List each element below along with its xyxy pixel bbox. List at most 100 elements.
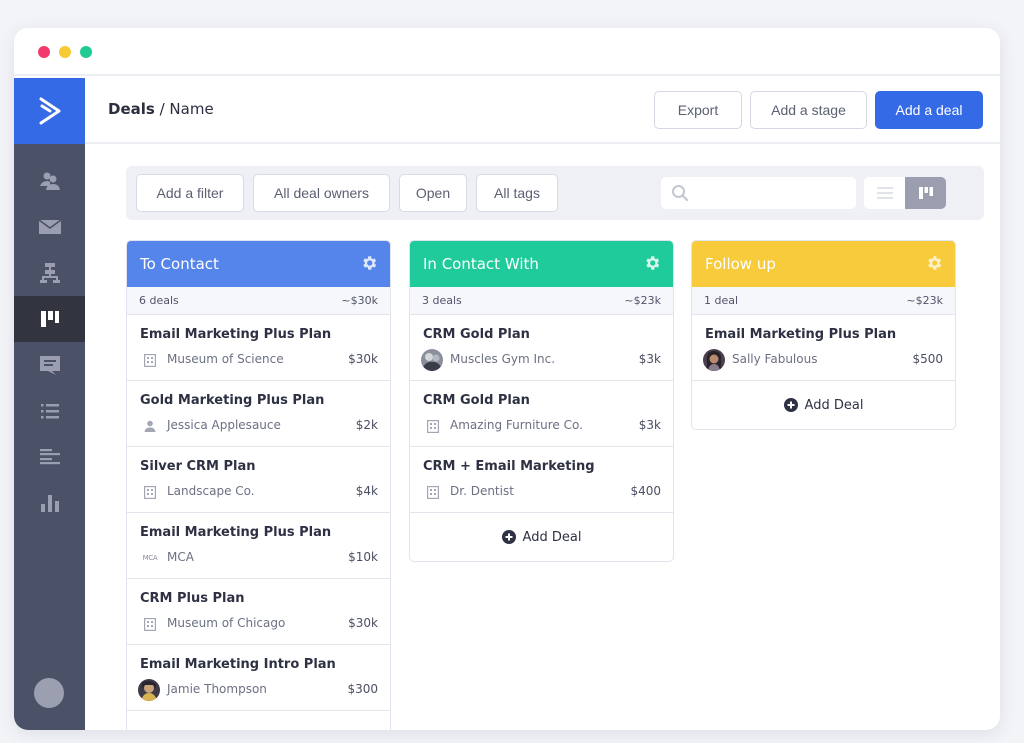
status-dropdown[interactable]: Open [399,174,467,212]
deal-count: 3 deals [422,294,462,307]
deal-value: $500 [912,352,943,366]
add-deal-button[interactable]: Add a deal [875,91,983,129]
deal-company[interactable]: Sally Fabulous [732,352,817,366]
search-box [661,177,856,209]
deal-company[interactable]: Landscape Co. [167,484,255,498]
deal-card[interactable]: Email Marketing Plus Plan Sally Fabulous… [692,315,955,381]
breadcrumb-separator: / [154,100,170,118]
title-bar [14,28,1000,76]
stage-column-follow-up: Follow up 1 deal ~$23k Email Marketing P… [691,240,956,430]
deal-company[interactable]: Museum of Chicago [167,616,285,630]
plus-circle-icon [501,530,516,544]
board-view-icon [918,187,933,199]
export-button[interactable]: Export [654,91,742,129]
gear-icon[interactable] [643,254,661,272]
deal-value: $2k [355,418,378,432]
plus-circle-icon [783,398,798,412]
search-input[interactable] [697,183,847,203]
stage-column-to-contact: To Contact 6 deals ~$30k Email Marketing… [126,240,391,730]
deal-card[interactable]: Gold Marketing Plus Plan Jessica Applesa… [127,381,390,447]
deal-value: $3k [638,418,661,432]
deal-company[interactable]: MCA [167,550,194,564]
deal-count: 1 deal [704,294,739,307]
sidebar-item-lists[interactable] [14,388,85,434]
deal-company[interactable]: Amazing Furniture Co. [450,418,583,432]
contacts-icon [39,172,60,190]
deal-card[interactable]: Email Marketing Intro Plan Jamie Thompso… [127,645,390,711]
deal-card[interactable]: Email Marketing Plus Plan Museum of Scie… [127,315,390,381]
breadcrumb: Deals / Name [108,100,214,118]
deal-company[interactable]: Museum of Science [167,352,284,366]
maximize-window-button[interactable] [80,46,92,58]
gear-icon[interactable] [925,254,943,272]
tags-dropdown[interactable]: All tags [476,174,558,212]
deal-card[interactable]: CRM Gold Plan Amazing Furniture Co. $3k [410,381,673,447]
deal-count: 6 deals [139,294,179,307]
building-icon [141,615,159,633]
deal-title: CRM Gold Plan [423,393,530,408]
deal-owners-dropdown[interactable]: All deal owners [253,174,390,212]
deal-value: $400 [630,484,661,498]
add-deal-link[interactable]: Add Deal [692,381,955,429]
page-header: Deals / Name Export Add a stage Add a de… [85,78,1000,144]
sidebar-item-conversations[interactable] [14,342,85,388]
deal-title: CRM Plus Plan [140,591,245,606]
activecampaign-chevron-icon [39,97,60,125]
deal-company[interactable]: Dr. Dentist [450,484,514,498]
deals-board-icon [40,311,59,327]
user-avatar[interactable] [34,678,64,708]
deal-title: Email Marketing Plus Plan [140,327,332,342]
sidebar-item-automations[interactable] [14,250,85,296]
deal-value: $30k [348,352,378,366]
close-window-button[interactable] [38,46,50,58]
deal-card[interactable]: Email Marketing Plus Plan MCA MCA $10k [127,513,390,579]
add-stage-button[interactable]: Add a stage [750,91,867,129]
stage-header: Follow up [692,241,955,287]
deal-card[interactable]: CRM Gold Plan Muscles Gym Inc. $3k [410,315,673,381]
forms-icon [39,449,60,465]
stage-header: In Contact With [410,241,673,287]
add-filter-button[interactable]: Add a filter [136,174,244,212]
deal-value: $30k [348,616,378,630]
add-deal-label: Add Deal [522,529,582,545]
sidebar-item-contacts[interactable] [14,158,85,204]
sidebar-item-email[interactable] [14,204,85,250]
building-icon [424,483,442,501]
stage-title: Follow up [705,255,776,273]
sidebar-item-reports[interactable] [14,480,85,526]
deal-title: Email Marketing Plus Plan [140,525,332,540]
sidebar-item-forms[interactable] [14,434,85,480]
deal-value: $3k [638,352,661,366]
deal-title: CRM + Email Marketing [423,459,595,474]
deal-company[interactable]: Jessica Applesauce [167,418,281,432]
deal-company[interactable]: Muscles Gym Inc. [450,352,555,366]
deal-title: Silver CRM Plan [140,459,256,474]
lists-icon [40,404,59,419]
breadcrumb-root[interactable]: Deals [108,100,155,118]
filter-bar: Add a filter All deal owners Open All ta… [126,166,984,220]
conversations-icon [39,356,60,375]
minimize-window-button[interactable] [59,46,71,58]
gear-icon[interactable] [360,254,378,272]
deal-card[interactable]: CRM + Email Marketing Dr. Dentist $400 [410,447,673,513]
reports-icon [40,495,59,512]
stage-header: To Contact [127,241,390,287]
deal-value: $10k [348,550,378,564]
add-deal-link[interactable]: Add Deal [410,513,673,561]
deal-card[interactable]: CRM Plus Plan Museum of Chicago $30k [127,579,390,645]
list-view-icon [876,187,893,199]
search-icon [672,185,689,202]
contact-avatar [421,349,443,371]
deal-card[interactable]: Silver CRM Plan Landscape Co. $4k [127,447,390,513]
deal-title: Email Marketing Plus Plan [705,327,897,342]
contact-avatar [703,349,725,371]
automation-icon [39,263,60,283]
stage-summary: 1 deal ~$23k [692,287,955,315]
deal-company[interactable]: Jamie Thompson [167,682,267,696]
stage-title: To Contact [140,255,219,273]
logo[interactable] [14,78,85,144]
list-view-button[interactable] [864,177,905,209]
sidebar-item-deals[interactable] [14,296,85,342]
board-view-button[interactable] [905,177,946,209]
add-deal-label: Add Deal [804,397,864,413]
